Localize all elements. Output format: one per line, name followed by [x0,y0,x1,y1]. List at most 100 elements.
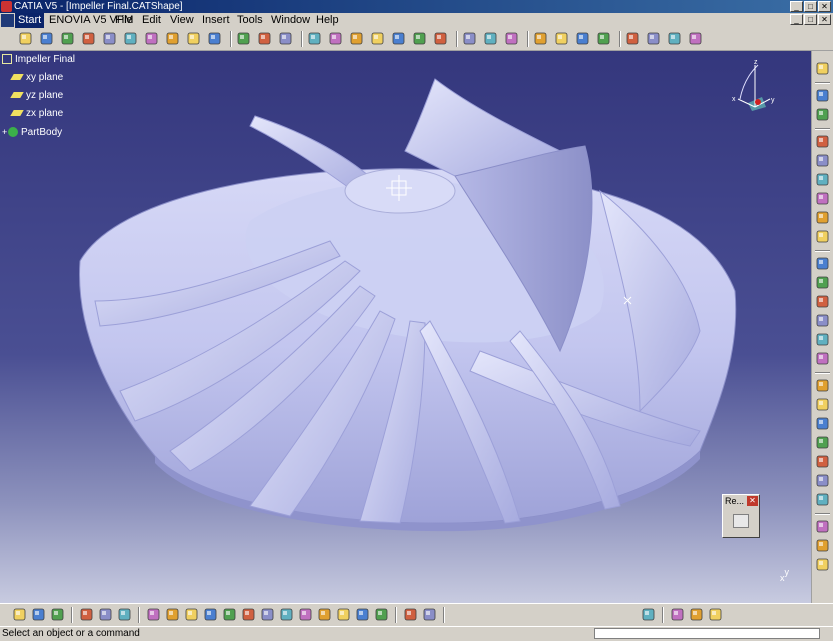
join-icon[interactable] [370,31,385,46]
grid-icon[interactable] [625,31,640,46]
heal-icon[interactable] [815,294,830,309]
plane-icon[interactable] [462,31,477,46]
extrude-icon[interactable] [815,134,830,149]
doc-close-button[interactable]: ✕ [818,14,831,25]
document-icon[interactable] [1,14,14,27]
join-icon[interactable] [815,275,830,290]
thickness-icon[interactable] [815,416,830,431]
cut-icon[interactable] [102,31,117,46]
new-icon[interactable] [18,31,33,46]
shading-icon[interactable] [689,607,704,622]
hide-show-icon[interactable] [317,607,332,622]
extrude-icon[interactable] [328,31,343,46]
catia-logo-icon[interactable] [708,607,723,622]
zoom-out-icon[interactable] [241,607,256,622]
swap-icon[interactable] [336,607,351,622]
sketch-surface-icon[interactable] [307,31,322,46]
rotate-icon[interactable] [815,454,830,469]
rotate-icon[interactable] [203,607,218,622]
sketcher-icon[interactable] [641,607,656,622]
curve-icon[interactable] [815,107,830,122]
apply-material-icon[interactable] [374,607,389,622]
impeller-model[interactable] [0,51,811,603]
select-icon[interactable] [355,607,370,622]
close-button[interactable]: ✕ [818,1,831,12]
pan-icon[interactable] [184,607,199,622]
open-icon[interactable] [39,31,54,46]
blend-icon[interactable] [815,210,830,225]
boundary-icon[interactable] [815,313,830,328]
doc-minimize-button[interactable]: _ [790,14,803,25]
whats-this-icon[interactable] [207,31,222,46]
minimize-button[interactable]: _ [790,1,803,12]
update-icon[interactable] [403,607,418,622]
fly-icon[interactable] [146,607,161,622]
menu-insert[interactable]: Insert [202,13,230,28]
macro-icon[interactable] [412,31,427,46]
save-icon[interactable] [60,31,75,46]
helix-icon[interactable] [278,31,293,46]
sketch-icon[interactable] [815,88,830,103]
menu-edit[interactable]: Edit [142,13,161,28]
spline-icon[interactable] [257,31,272,46]
camera-icon[interactable] [733,514,749,528]
command-input[interactable] [594,628,820,639]
symmetry-icon[interactable] [815,473,830,488]
render-dialog-close-button[interactable]: ✕ [747,496,758,506]
menu-window[interactable]: Window [271,13,310,28]
3d-compass-icon[interactable] [670,607,685,622]
print-icon[interactable] [81,31,96,46]
publish-icon[interactable] [422,607,437,622]
lock-icon[interactable] [98,607,113,622]
tree-item-yz-plane[interactable]: yz plane [10,89,63,103]
knowledge-icon[interactable] [31,607,46,622]
fill-icon[interactable] [815,191,830,206]
table-icon[interactable] [50,607,65,622]
translate-icon[interactable] [815,435,830,450]
catalog-icon[interactable] [117,607,132,622]
paste-icon[interactable] [144,31,159,46]
redo-icon[interactable] [186,31,201,46]
render-icon[interactable] [533,31,548,46]
3d-compass[interactable]: z x y [730,59,780,114]
offset-icon[interactable] [815,229,830,244]
analysis-icon[interactable] [815,519,830,534]
revolve-icon[interactable] [815,153,830,168]
menu-tools[interactable]: Tools [237,13,263,28]
sweep-icon[interactable] [815,172,830,187]
select-arrow-icon[interactable] [815,61,830,76]
analysis-icon[interactable] [433,31,448,46]
catia-app-icon[interactable] [1,1,12,12]
render-icon[interactable] [815,538,830,553]
formula-icon[interactable] [12,607,27,622]
point2-icon[interactable] [646,31,661,46]
maximize-button[interactable]: □ [804,1,817,12]
chamfer-icon[interactable] [815,397,830,412]
fillet-icon[interactable] [815,351,830,366]
views-icon[interactable] [279,607,294,622]
normal-view-icon[interactable] [260,607,275,622]
3d-viewport[interactable]: z x y xy Re... ✕ [0,51,811,603]
blend-icon[interactable] [575,31,590,46]
tree-item-zx-plane[interactable]: zx plane [10,107,63,121]
render-style-icon[interactable] [298,607,313,622]
extract-icon[interactable] [815,332,830,347]
undo-icon[interactable] [165,31,180,46]
point-icon[interactable] [236,31,251,46]
snapshot-icon[interactable] [815,557,830,572]
line-icon[interactable] [667,31,682,46]
menu-file[interactable]: File [115,13,133,28]
menu-view[interactable]: View [170,13,194,28]
split-icon[interactable] [391,31,406,46]
fit-all-icon[interactable] [165,607,180,622]
sweep-icon[interactable] [554,31,569,46]
text-icon[interactable] [504,31,519,46]
zoom-in-icon[interactable] [222,607,237,622]
offset-icon[interactable] [349,31,364,46]
tree-root[interactable]: Impeller Final [2,53,75,67]
tree-item-xy-plane[interactable]: xy plane [10,71,63,85]
doc-restore-button[interactable]: □ [804,14,817,25]
scale-icon[interactable] [815,492,830,507]
copy-icon[interactable] [123,31,138,46]
tree-icon[interactable] [79,607,94,622]
